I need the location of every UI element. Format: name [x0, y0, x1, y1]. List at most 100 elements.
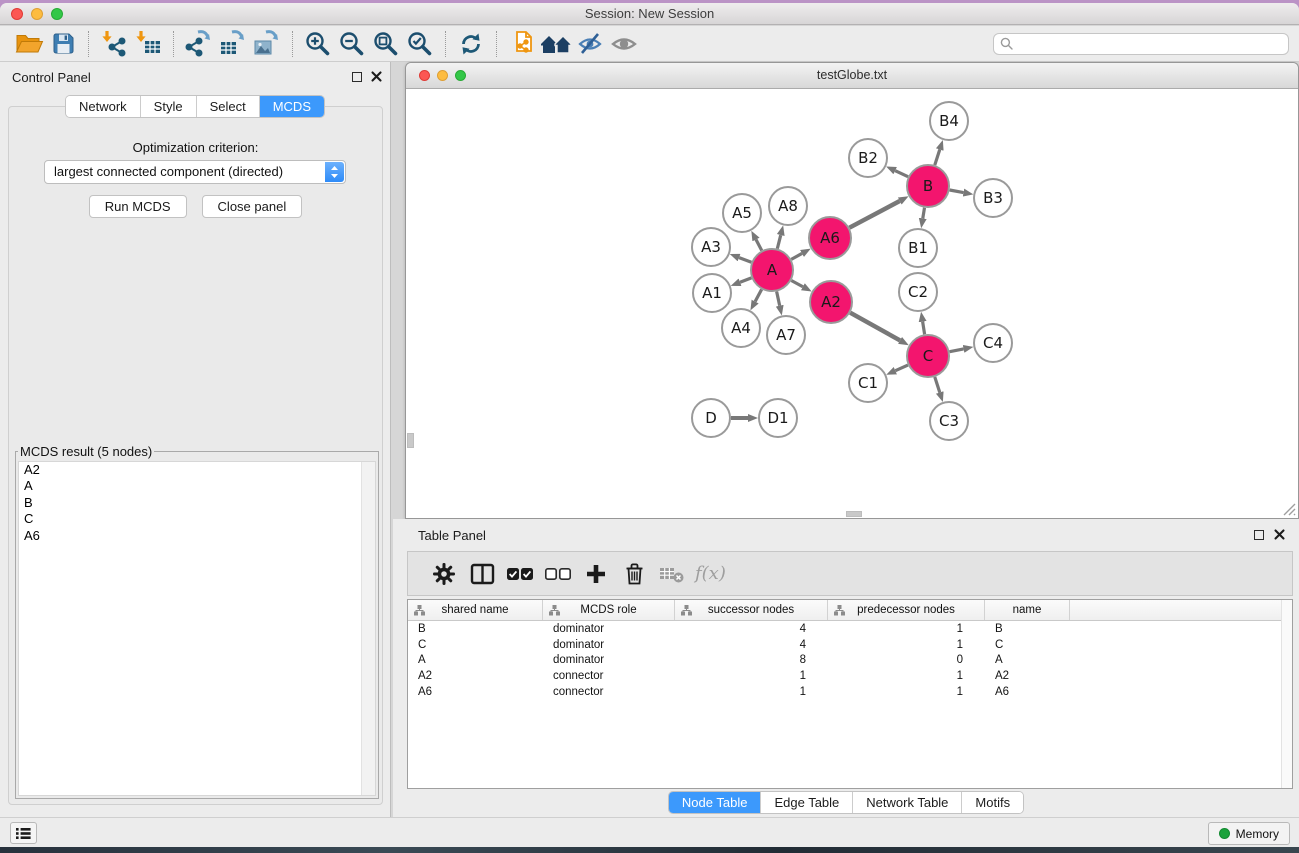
column-header-name[interactable]: name	[985, 600, 1070, 620]
float-table-panel-icon[interactable]	[1254, 530, 1264, 540]
search-input[interactable]	[993, 33, 1289, 55]
delete-column-button[interactable]	[615, 559, 653, 589]
column-header-MCDS-role[interactable]: MCDS role	[543, 600, 675, 620]
optimization-select[interactable]: largest connected component (directed)	[44, 160, 346, 184]
mcds-result-item[interactable]: B	[19, 495, 375, 511]
tab-network[interactable]: Network	[66, 96, 141, 117]
table-cell[interactable]: A6	[985, 686, 1070, 698]
graph-edge-A2-C[interactable]	[850, 313, 900, 341]
run-mcds-button[interactable]: Run MCDS	[89, 195, 187, 218]
table-cell[interactable]: 1	[828, 623, 985, 635]
close-panel-icon[interactable]	[371, 71, 382, 82]
table-row[interactable]: Cdominator41C	[408, 637, 1292, 653]
table-row[interactable]: A2connector11A2	[408, 668, 1292, 684]
table-cell[interactable]: A2	[408, 670, 543, 682]
table-cell[interactable]: A6	[408, 686, 543, 698]
table-cell[interactable]: B	[408, 623, 543, 635]
graph-node-C1[interactable]: C1	[849, 364, 887, 402]
clone-network-button[interactable]	[505, 29, 539, 59]
table-cell[interactable]: 1	[828, 686, 985, 698]
table-cell[interactable]: 4	[675, 623, 828, 635]
graph-node-D[interactable]: D	[692, 399, 730, 437]
graph-node-A8[interactable]: A8	[769, 187, 807, 225]
mcds-result-item[interactable]: A6	[19, 528, 375, 544]
graph-edge-A-A5[interactable]	[756, 240, 762, 251]
deselect-all-button[interactable]	[539, 559, 577, 589]
save-session-button[interactable]	[46, 29, 80, 59]
table-cell[interactable]: dominator	[543, 639, 675, 651]
export-network-button[interactable]	[182, 29, 216, 59]
table-cell[interactable]: 0	[828, 654, 985, 666]
graph-edge-C-C2[interactable]	[923, 322, 925, 335]
close-panel-button[interactable]: Close panel	[202, 195, 303, 218]
graph-edge-C-C4[interactable]	[950, 349, 964, 352]
graph-node-C3[interactable]: C3	[930, 402, 968, 440]
table-tab-network-table[interactable]: Network Table	[853, 792, 962, 813]
mcds-result-item[interactable]: A	[19, 478, 375, 494]
graph-node-A6[interactable]: A6	[809, 217, 851, 259]
zoom-out-button[interactable]	[335, 29, 369, 59]
show-hidden-button[interactable]	[607, 29, 641, 59]
table-cell[interactable]: A	[408, 654, 543, 666]
refresh-layout-button[interactable]	[454, 29, 488, 59]
close-table-panel-icon[interactable]	[1274, 529, 1285, 540]
graph-edge-A-A4[interactable]	[755, 289, 761, 301]
table-cell[interactable]: C	[408, 639, 543, 651]
table-row[interactable]: Bdominator41B	[408, 621, 1292, 637]
select-all-button[interactable]	[501, 559, 539, 589]
graph-edge-B-B1[interactable]	[923, 208, 925, 219]
table-cell[interactable]: connector	[543, 686, 675, 698]
hide-selected-button[interactable]	[573, 29, 607, 59]
zoom-in-button[interactable]	[301, 29, 335, 59]
mcds-result-item[interactable]: C	[19, 511, 375, 527]
graph-edge-B-B2[interactable]	[895, 171, 908, 177]
graph-edge-C-C3[interactable]	[935, 377, 940, 393]
table-cell[interactable]: C	[985, 639, 1070, 651]
table-cell[interactable]: connector	[543, 670, 675, 682]
graph-edge-A6-B[interactable]	[849, 201, 899, 228]
table-cell[interactable]: 1	[828, 639, 985, 651]
graph-edge-A-A7[interactable]	[777, 292, 780, 306]
graph-node-A5[interactable]: A5	[723, 194, 761, 232]
export-image-button[interactable]	[250, 29, 284, 59]
graph-edge-C-C1[interactable]	[895, 365, 908, 371]
graph-edge-A-A6[interactable]	[791, 253, 802, 259]
table-cell[interactable]: 4	[675, 639, 828, 651]
add-column-button[interactable]	[577, 559, 615, 589]
column-header-predecessor-nodes[interactable]: predecessor nodes	[828, 600, 985, 620]
import-network-button[interactable]	[97, 29, 131, 59]
table-tab-edge-table[interactable]: Edge Table	[761, 792, 853, 813]
column-header-shared-name[interactable]: shared name	[408, 600, 543, 620]
graph-node-B[interactable]: B	[907, 165, 949, 207]
network-canvas[interactable]: B4B2BB3A8A5A6B1A3AC2A1A2A4A7C4CC1C3DD1	[406, 89, 1298, 518]
table-cell[interactable]: 1	[828, 670, 985, 682]
table-cell[interactable]: 8	[675, 654, 828, 666]
import-table-button[interactable]	[131, 29, 165, 59]
graph-edge-A-A3[interactable]	[739, 258, 751, 263]
table-row[interactable]: A6connector11A6	[408, 684, 1292, 700]
graph-node-A[interactable]: A	[751, 249, 793, 291]
graph-node-B4[interactable]: B4	[930, 102, 968, 140]
graph-edge-A-A1[interactable]	[740, 278, 751, 282]
canvas-scroll-thumb-horizontal[interactable]	[846, 511, 862, 517]
graph-node-B3[interactable]: B3	[974, 179, 1012, 217]
table-row[interactable]: Adominator80A	[408, 653, 1292, 669]
table-scrollbar[interactable]	[1281, 600, 1292, 788]
mcds-result-item[interactable]: A2	[19, 462, 375, 478]
table-cell[interactable]: B	[985, 623, 1070, 635]
graph-node-A4[interactable]: A4	[722, 309, 760, 347]
graph-node-C2[interactable]: C2	[899, 273, 937, 311]
graph-edge-A-A2[interactable]	[791, 280, 803, 286]
graph-node-B2[interactable]: B2	[849, 139, 887, 177]
graph-node-A3[interactable]: A3	[692, 228, 730, 266]
settings-gear-button[interactable]	[425, 559, 463, 589]
zoom-fit-button[interactable]	[369, 29, 403, 59]
network-window-titlebar[interactable]: testGlobe.txt	[406, 63, 1298, 89]
graph-edge-B-B3[interactable]	[950, 190, 964, 193]
home-view-button[interactable]	[539, 29, 573, 59]
split-view-button[interactable]	[463, 559, 501, 589]
graph-node-A7[interactable]: A7	[767, 316, 805, 354]
table-tab-node-table[interactable]: Node Table	[669, 792, 762, 813]
zoom-selected-button[interactable]	[403, 29, 437, 59]
memory-button[interactable]: Memory	[1208, 822, 1290, 845]
